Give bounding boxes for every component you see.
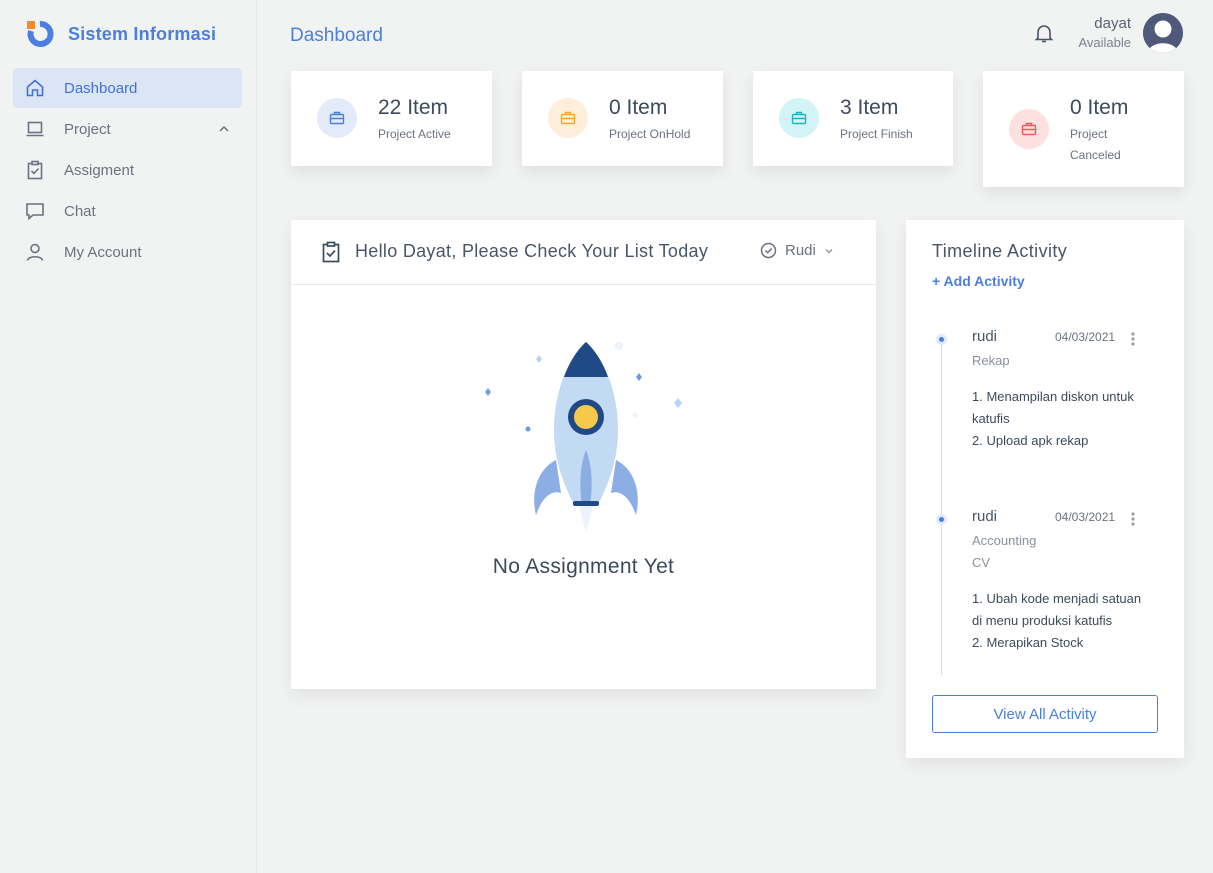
timeline-entry-subtitle: CV	[972, 555, 991, 570]
view-all-activity-button[interactable]: View All Activity	[932, 695, 1158, 733]
timeline-entry-line: 1. Menampilan diskon untuk katufis	[972, 389, 1134, 426]
bell-icon[interactable]	[1033, 22, 1055, 44]
sidebar-item-label: My Account	[64, 243, 142, 261]
stat-count: 0 Item	[1070, 96, 1129, 119]
timeline-entry-user: rudi	[972, 328, 998, 345]
stat-card-project-active[interactable]: 22 Item Project Active	[291, 71, 492, 166]
stat-card-project-finish[interactable]: 3 Item Project Finish	[753, 71, 953, 166]
brand-logo-icon	[26, 20, 54, 48]
timeline-entry-line: 2. Upload apk rekap	[972, 433, 1089, 448]
sidebar-item-my-account[interactable]: My Account	[13, 232, 242, 272]
assignment-panel: Hello Dayat, Please Check Your List Toda…	[291, 220, 876, 689]
timeline-entry-user: rudi	[972, 508, 998, 525]
add-activity-link[interactable]: + Add Activity	[932, 273, 1025, 289]
clipboard-check-icon	[24, 159, 46, 181]
sidebar-item-chat[interactable]: Chat	[13, 191, 242, 231]
timeline-entry-body: 1. Ubah kode menjadi satuan di menu prod…	[972, 588, 1142, 654]
timeline-entry-subtitle: Rekap	[972, 353, 1010, 368]
user-name: dayat	[1094, 15, 1131, 32]
brand-name: Sistem Informasi	[68, 23, 217, 44]
briefcase-icon	[548, 98, 588, 138]
timeline-entry-date: 04/03/2021	[1055, 330, 1116, 344]
sidebar-item-project[interactable]: Project	[13, 109, 242, 149]
stat-count: 0 Item	[609, 96, 668, 119]
user-status: Available	[1078, 35, 1131, 50]
sidebar-item-label: Dashboard	[64, 79, 138, 97]
timeline-entry-date: 04/03/2021	[1055, 510, 1116, 524]
timeline-dot	[936, 334, 947, 345]
timeline-entry-body: 1. Menampilan diskon untuk katufis 2. Up…	[972, 386, 1142, 452]
assignee-filter-value: Rudi	[785, 242, 816, 259]
user-icon	[24, 241, 46, 263]
stat-label: Project Finish	[840, 127, 913, 141]
rocket-illustration	[485, 342, 682, 533]
sidebar-item-assigment[interactable]: Assigment	[13, 150, 242, 190]
brand[interactable]: Sistem Informasi	[26, 20, 216, 48]
chevron-up-icon[interactable]	[218, 122, 230, 139]
timeline-entry-subtitle: Accounting	[972, 533, 1037, 548]
avatar[interactable]	[1143, 13, 1183, 53]
timeline-dot	[936, 514, 947, 525]
laptop-icon	[24, 118, 46, 140]
sidebar-nav: Dashboard Project Assigment Chat My Acco…	[13, 68, 242, 273]
timeline-entry-line: 1. Ubah kode menjadi satuan di menu prod…	[972, 591, 1142, 628]
sidebar-item-label: Chat	[64, 202, 96, 220]
timeline-entry-line: 2. Merapikan Stock	[972, 635, 1084, 650]
clipboard-check-icon	[321, 241, 341, 268]
sidebar-item-label: Assigment	[64, 161, 135, 179]
assignment-panel-header: Hello Dayat, Please Check Your List Toda…	[291, 220, 876, 285]
home-icon	[24, 77, 46, 99]
stat-label: Project Canceled	[1070, 127, 1121, 162]
more-vertical-icon[interactable]	[1130, 511, 1136, 532]
assignment-panel-title: Hello Dayat, Please Check Your List Toda…	[355, 241, 709, 261]
assignee-filter-dropdown[interactable]: Rudi	[760, 242, 834, 259]
sidebar-item-label: Project	[64, 120, 111, 138]
page-title: Dashboard	[290, 25, 383, 46]
stat-label: Project Active	[378, 127, 451, 141]
sidebar: Sistem Informasi Dashboard Project Assig…	[0, 0, 257, 873]
empty-state-message: No Assignment Yet	[492, 555, 675, 578]
stat-count: 22 Item	[378, 96, 449, 119]
timeline-panel: Timeline Activity + Add Activity rudi 04…	[906, 220, 1184, 758]
stat-card-project-canceled[interactable]: 0 Item Project Canceled	[983, 71, 1184, 187]
check-circle-icon	[760, 242, 777, 259]
more-vertical-icon[interactable]	[1130, 331, 1136, 352]
chat-icon	[24, 200, 46, 222]
briefcase-icon	[317, 98, 357, 138]
stat-count: 3 Item	[840, 96, 899, 119]
stat-label: Project OnHold	[609, 127, 691, 141]
timeline-title: Timeline Activity	[932, 241, 1068, 261]
chevron-down-icon	[825, 248, 833, 253]
sidebar-item-dashboard[interactable]: Dashboard	[13, 68, 242, 108]
timeline-line	[941, 335, 942, 675]
stat-card-project-onhold[interactable]: 0 Item Project OnHold	[522, 71, 723, 166]
briefcase-icon	[779, 98, 819, 138]
briefcase-icon	[1009, 109, 1049, 149]
